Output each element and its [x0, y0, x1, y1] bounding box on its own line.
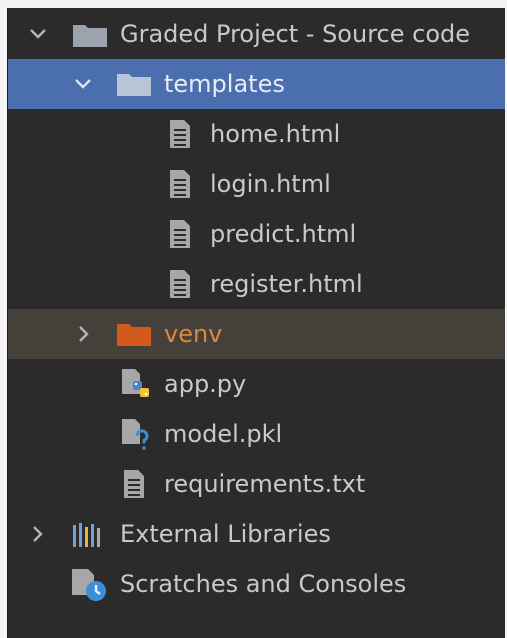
html-file-icon: [168, 169, 192, 199]
folder-icon: [72, 22, 108, 48]
tree-item-label: model.pkl: [164, 420, 283, 448]
tree-item-label: app.py: [164, 370, 247, 398]
excluded-folder-icon: [116, 321, 152, 347]
tree-item-external-libraries[interactable]: External Libraries: [8, 509, 505, 559]
tree-item-register-html[interactable]: register.html: [8, 259, 505, 309]
tree-item-scratches-and-consoles[interactable]: Scratches and Consoles: [8, 559, 505, 609]
html-file-icon: [168, 269, 192, 299]
python-file-icon: [120, 368, 152, 400]
unknown-file-icon: [120, 418, 152, 450]
tree-item-project-root[interactable]: Graded Project - Source code: [8, 9, 505, 59]
tree-item-label: register.html: [210, 270, 363, 298]
html-file-icon: [168, 119, 192, 149]
project-tree-panel: Graded Project - Source code templates h…: [7, 8, 505, 638]
tree-item-templates[interactable]: templates: [8, 59, 505, 109]
tree-item-label: login.html: [210, 170, 331, 198]
tree-item-label: Graded Project - Source code: [120, 20, 471, 48]
tree-item-venv[interactable]: venv: [8, 309, 505, 359]
html-file-icon: [168, 219, 192, 249]
library-icon: [72, 522, 108, 548]
tree-item-app-py[interactable]: app.py: [8, 359, 505, 409]
chevron-right-icon[interactable]: [74, 324, 94, 344]
tree-item-home-html[interactable]: home.html: [8, 109, 505, 159]
tree-item-label: templates: [164, 70, 285, 98]
tree-item-label: Scratches and Consoles: [120, 570, 407, 598]
tree-item-label: External Libraries: [120, 520, 331, 548]
tree-item-label: predict.html: [210, 220, 357, 248]
tree-item-label: venv: [164, 320, 223, 348]
folder-icon: [116, 71, 152, 97]
chevron-down-icon[interactable]: [28, 24, 48, 44]
chevron-right-icon[interactable]: [28, 524, 48, 544]
tree-item-model-pkl[interactable]: model.pkl: [8, 409, 505, 459]
tree-item-label: home.html: [210, 120, 341, 148]
text-file-icon: [122, 469, 146, 499]
tree-item-predict-html[interactable]: predict.html: [8, 209, 505, 259]
tree-item-requirements-txt[interactable]: requirements.txt: [8, 459, 505, 509]
tree-item-login-html[interactable]: login.html: [8, 159, 505, 209]
scratches-icon: [70, 567, 110, 603]
tree-item-label: requirements.txt: [164, 470, 366, 498]
chevron-down-icon[interactable]: [73, 74, 93, 94]
